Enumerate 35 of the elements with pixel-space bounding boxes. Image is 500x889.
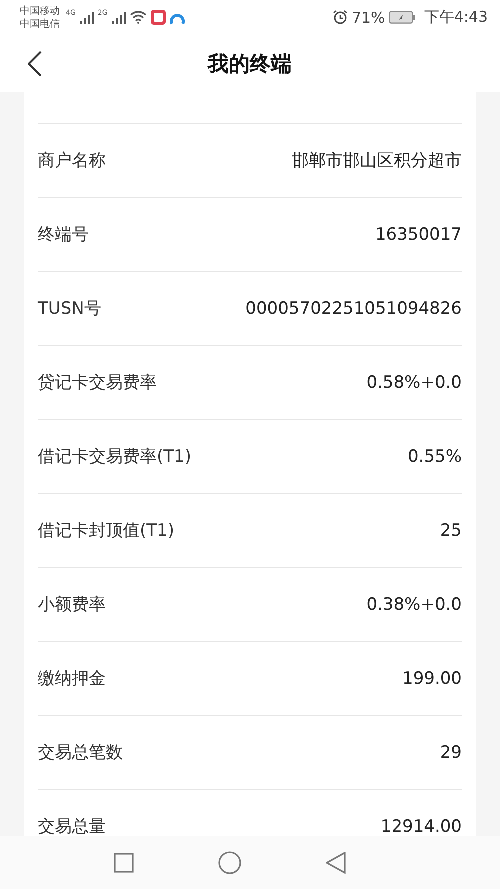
recent-apps-icon[interactable] [114, 852, 134, 872]
carrier-name: 中国移动 [20, 4, 60, 18]
field-value: 25 [440, 520, 462, 540]
back-nav-icon[interactable] [326, 852, 346, 874]
page-title: 我的终端 [208, 50, 292, 78]
field-label: 商户名称 [38, 150, 106, 172]
field-value: 00005702251051094826 [246, 298, 462, 318]
field-value: 0.38%+0.0 [366, 594, 462, 614]
field-label: 缴纳押金 [38, 668, 106, 690]
field-label: 交易总量 [38, 816, 106, 836]
home-icon[interactable] [218, 850, 242, 874]
field-value: 29 [440, 742, 462, 762]
field-label: 贷记卡交易费率 [38, 372, 157, 394]
app-icon [150, 10, 166, 25]
clock-time: 下午4:43 [424, 8, 488, 27]
field-value: 邯郸市邯山区积分超市 [292, 150, 462, 172]
signal-icon [80, 12, 94, 24]
field-value: 199.00 [402, 668, 462, 688]
field-label: 借记卡封顶值(T1) [38, 520, 174, 542]
alarm-icon [332, 10, 348, 25]
field-label: 借记卡交易费率(T1) [38, 446, 192, 468]
signal-icon [112, 12, 126, 24]
field-label: 小额费率 [38, 594, 106, 616]
field-value: 0.55% [408, 446, 462, 466]
wifi-icon [130, 11, 147, 24]
field-value: 12914.00 [380, 816, 462, 836]
back-icon [28, 50, 42, 76]
field-value: 16350017 [375, 224, 462, 244]
field-label: 终端号 [38, 224, 89, 246]
carrier-name: 中国电信 [20, 18, 60, 30]
battery-percent: 71% [352, 8, 386, 26]
field-label: TUSN号 [38, 298, 102, 320]
field-value: 0.58%+0.0 [366, 372, 462, 392]
field-label: 交易总笔数 [38, 742, 123, 764]
battery-icon [389, 11, 416, 24]
